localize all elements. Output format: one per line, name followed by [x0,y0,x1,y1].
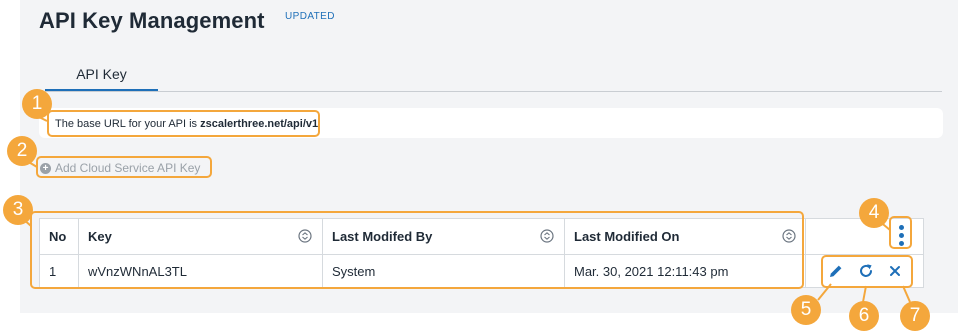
callout-marker: 5 [791,295,821,325]
callout-pointers [21,114,911,303]
callout-marker: 2 [7,136,37,166]
callout-marker: 3 [3,195,33,225]
callout-marker: 4 [859,198,889,228]
callout-marker: 1 [22,89,52,119]
callout-marker: 7 [900,301,930,331]
callout-marker: 6 [849,301,879,331]
